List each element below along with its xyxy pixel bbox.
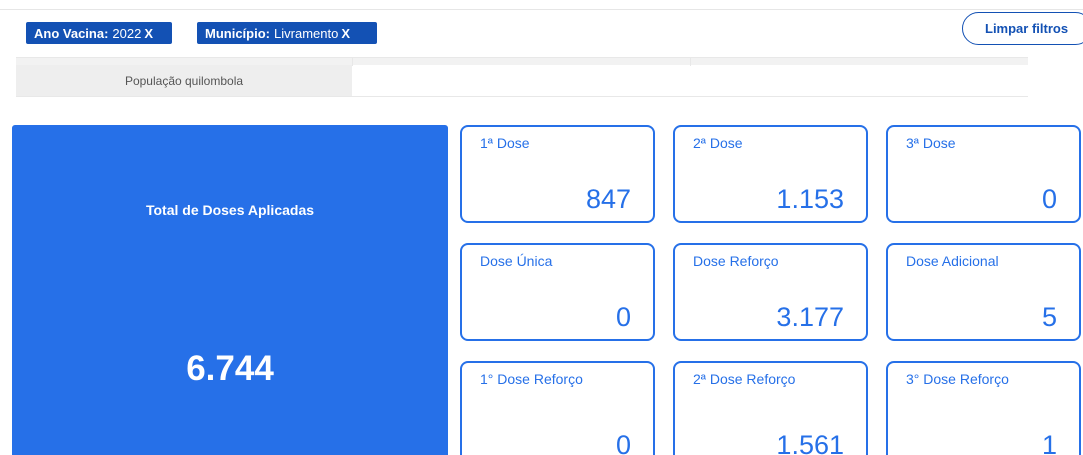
dose-card-dose-reforco: Dose Reforço 3.177 xyxy=(673,243,868,341)
dose-card-label: Dose Adicional xyxy=(906,253,999,269)
filter-chip-ano-vacina[interactable]: Ano Vacina : 2022 X xyxy=(26,22,172,44)
dose-card-label: 1ª Dose xyxy=(480,135,530,151)
remove-filter-icon[interactable]: X xyxy=(341,26,350,41)
filter-chip-key: Ano Vacina xyxy=(34,25,105,41)
tab-bottom-divider xyxy=(16,96,1028,97)
dashboard-page: Ano Vacina : 2022 X Município : Livramen… xyxy=(0,0,1083,455)
dose-card-3-dose-reforco: 3° Dose Reforço 1 xyxy=(886,361,1081,455)
dose-card-label: 2ª Dose Reforço xyxy=(693,371,796,387)
dose-card-value: 1.153 xyxy=(776,184,844,214)
filter-chip-key: Município xyxy=(205,25,266,41)
clear-filters-button[interactable]: Limpar filtros xyxy=(962,12,1083,45)
dose-card-value: 0 xyxy=(615,302,631,332)
top-divider xyxy=(0,9,1083,10)
filter-chip-value: 2022 xyxy=(112,25,142,41)
total-doses-title: Total de Doses Aplicadas xyxy=(145,202,315,218)
dose-card-1a-dose: 1ª Dose 847 xyxy=(460,125,655,223)
dose-card-value: 0 xyxy=(615,430,631,455)
dose-card-label: 3° Dose Reforço xyxy=(906,371,1009,387)
remove-filter-icon[interactable]: X xyxy=(144,26,153,41)
dose-card-1-dose-reforco: 1° Dose Reforço 0 xyxy=(460,361,655,455)
dose-card-2a-dose-reforco: 2ª Dose Reforço 1.561 xyxy=(673,361,868,455)
dose-card-label: Dose Reforço xyxy=(693,253,779,269)
filter-chip-municipio[interactable]: Município : Livramento X xyxy=(197,22,377,44)
dose-card-label: 1° Dose Reforço xyxy=(480,371,583,387)
total-doses-value: 6.744 xyxy=(186,349,274,388)
tab-populacao-quilombola[interactable]: População quilombola xyxy=(16,65,352,96)
dose-card-value: 5 xyxy=(1041,302,1057,332)
filter-chip-separator: : xyxy=(104,25,109,41)
dose-card-value: 0 xyxy=(1041,184,1057,214)
dose-card-label: Dose Única xyxy=(480,253,553,269)
dose-card-3a-dose: 3ª Dose 0 xyxy=(886,125,1081,223)
dose-card-value: 847 xyxy=(585,184,631,214)
filter-chip-separator: : xyxy=(265,25,271,41)
tab-segment[interactable] xyxy=(691,58,1028,65)
dose-card-value: 1 xyxy=(1041,430,1057,455)
dose-card-label: 3ª Dose xyxy=(906,135,956,151)
dose-card-label: 2ª Dose xyxy=(693,135,743,151)
dose-card-2a-dose: 2ª Dose 1.153 xyxy=(673,125,868,223)
dose-card-value: 1.561 xyxy=(776,430,844,455)
tab-segment[interactable] xyxy=(16,58,352,65)
filter-chip-value: Livramento xyxy=(274,25,339,41)
tab-segment[interactable] xyxy=(353,58,690,65)
total-doses-card: Total de Doses Aplicadas 6.744 xyxy=(12,125,448,455)
dose-card-dose-adicional: Dose Adicional 5 xyxy=(886,243,1081,341)
dose-card-value: 3.177 xyxy=(776,302,844,332)
dose-card-dose-unica: Dose Única 0 xyxy=(460,243,655,341)
